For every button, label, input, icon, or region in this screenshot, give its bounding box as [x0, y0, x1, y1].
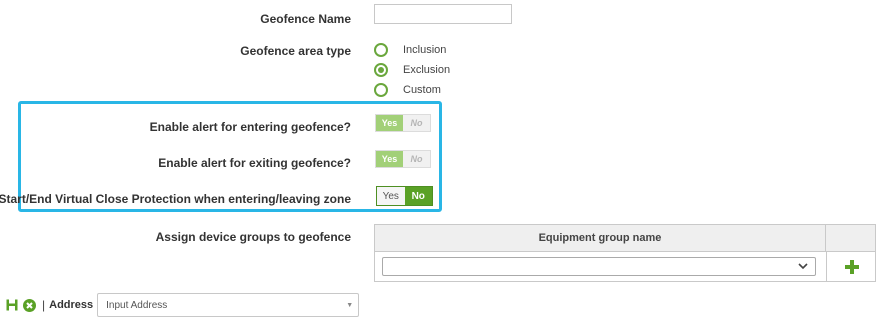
chevron-down-icon [798, 263, 808, 270]
alert-exiting-label: Enable alert for exiting geofence? [158, 156, 351, 170]
area-type-label: Geofence area type [240, 44, 351, 58]
equipment-header-action [826, 225, 875, 252]
alert-entering-no[interactable]: No [403, 115, 430, 131]
alert-exiting-no[interactable]: No [403, 151, 430, 167]
close-protection-no[interactable]: No [404, 187, 432, 205]
address-label: Address [49, 299, 94, 311]
save-icon[interactable] [6, 299, 18, 311]
radio-option-custom[interactable]: Custom [374, 81, 441, 99]
radio-custom-label: Custom [403, 84, 441, 96]
radio-option-inclusion[interactable]: Inclusion [374, 41, 446, 59]
address-separator: | [42, 298, 46, 312]
geofence-name-label: Geofence Name [260, 12, 351, 26]
alert-entering-yes[interactable]: Yes [376, 115, 403, 131]
close-protection-toggle[interactable]: Yes No [376, 186, 433, 206]
address-placeholder: Input Address [106, 299, 168, 311]
radio-option-exclusion[interactable]: Exclusion [374, 61, 450, 79]
equipment-group-table: Equipment group name [374, 224, 876, 282]
radio-inclusion[interactable] [374, 43, 388, 57]
radio-custom[interactable] [374, 83, 388, 97]
alert-exiting-yes[interactable]: Yes [376, 151, 403, 167]
radio-exclusion-label: Exclusion [403, 64, 451, 76]
caret-down-icon: ▼ [346, 302, 354, 309]
close-protection-yes[interactable]: Yes [377, 187, 405, 205]
address-select[interactable]: Input Address ▼ [97, 293, 360, 317]
equipment-header: Equipment group name [375, 225, 826, 252]
radio-inclusion-label: Inclusion [403, 44, 447, 56]
cancel-icon[interactable] [23, 298, 36, 312]
equipment-group-select[interactable] [382, 257, 816, 276]
geofence-name-input[interactable] [374, 4, 512, 24]
close-protection-label: Start/End Virtual Close Protection when … [0, 192, 351, 206]
alert-exiting-toggle[interactable]: Yes No [375, 150, 431, 168]
alert-entering-label: Enable alert for entering geofence? [149, 120, 351, 134]
assign-groups-label: Assign device groups to geofence [155, 230, 351, 244]
plus-icon[interactable] [845, 260, 859, 274]
address-bar: | Address Input Address ▼ [6, 293, 360, 317]
equipment-column-divider [826, 252, 827, 281]
alert-entering-toggle[interactable]: Yes No [375, 114, 431, 132]
radio-exclusion[interactable] [374, 63, 388, 77]
